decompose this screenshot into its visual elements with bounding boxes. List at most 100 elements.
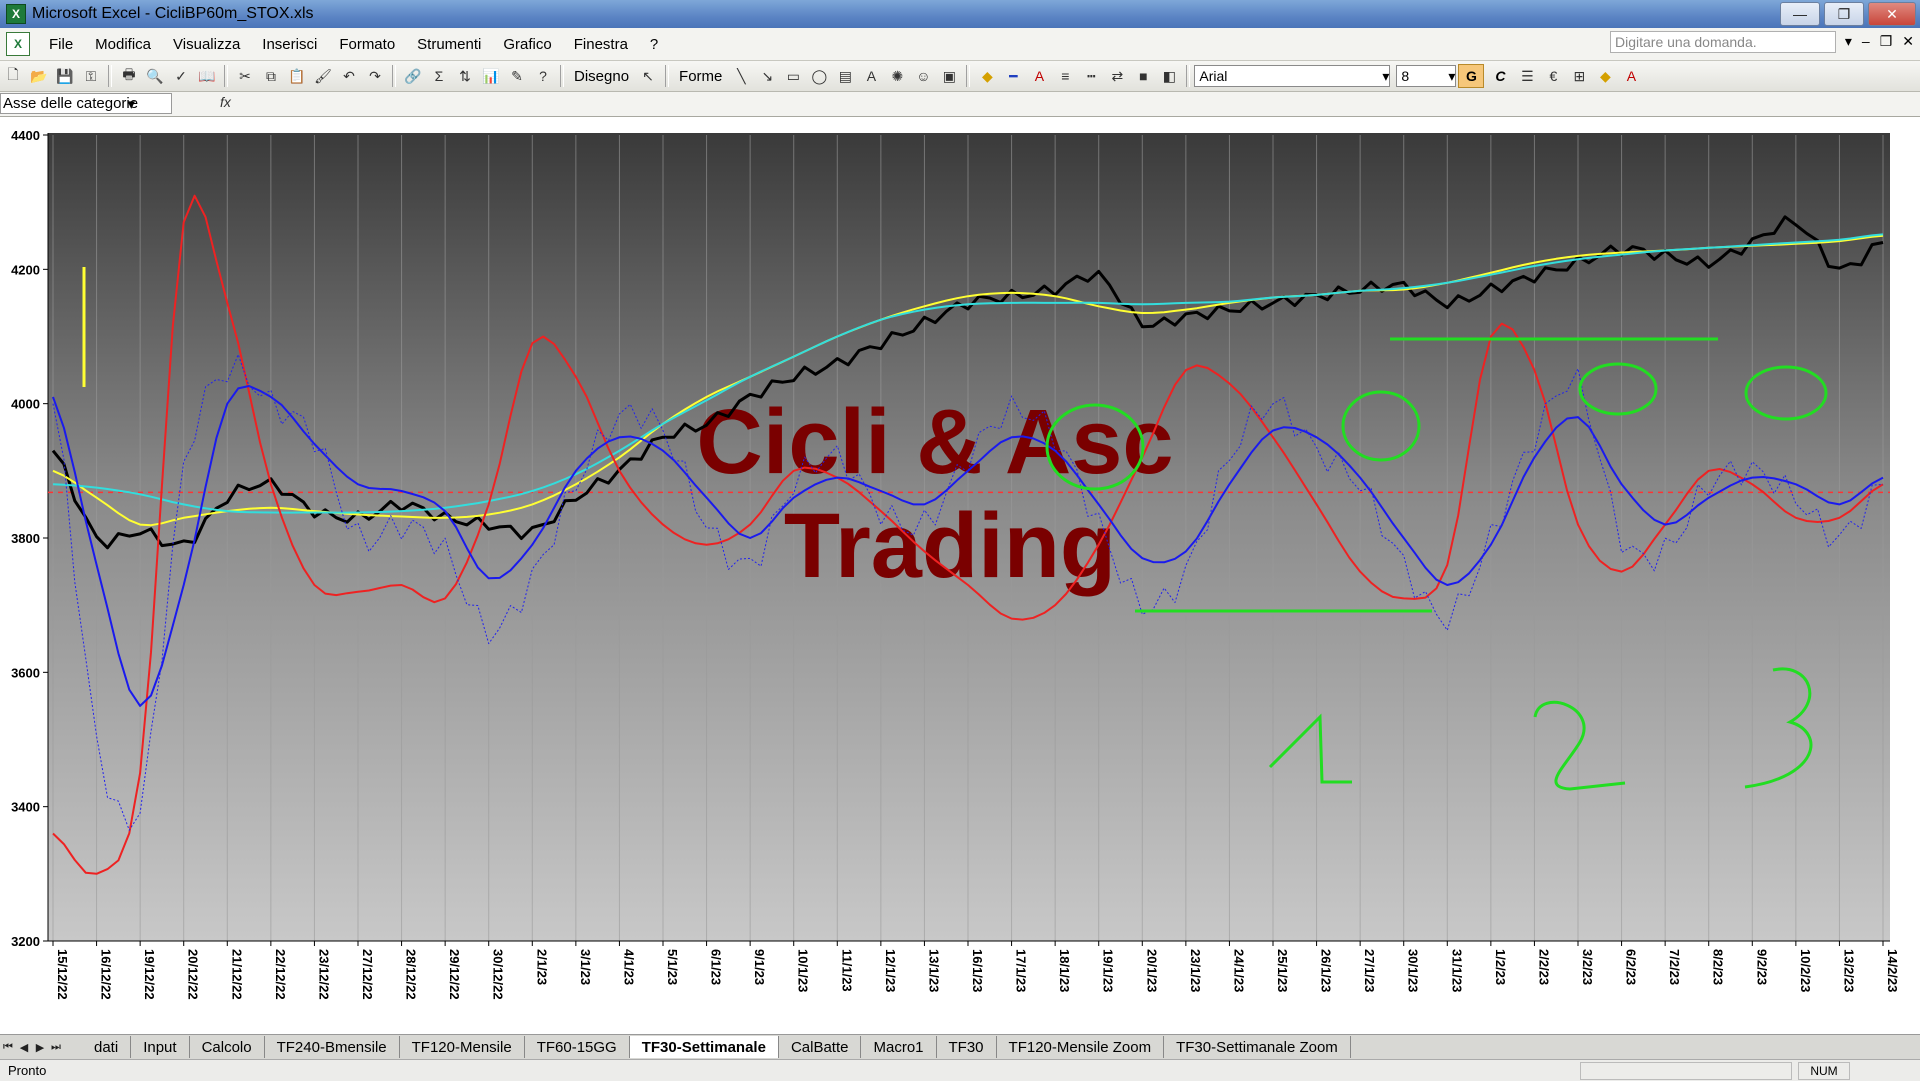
print-icon[interactable]: 🖶 (118, 65, 140, 87)
sort-icon[interactable]: ⇅ (454, 65, 476, 87)
cell-fill-icon[interactable]: ◆ (1594, 65, 1616, 87)
y-tick-label: 3800 (11, 531, 40, 546)
first-sheet-icon[interactable]: ⏮ (0, 1041, 16, 1054)
new-icon[interactable]: 🗋 (2, 65, 24, 87)
menu-help[interactable]: ? (639, 36, 669, 53)
save-icon[interactable]: 💾 (54, 65, 76, 87)
font-name-value: Arial (1199, 68, 1228, 84)
next-sheet-icon[interactable]: ▶ (32, 1041, 48, 1054)
sheet-tab-calbatte[interactable]: CalBatte (779, 1036, 862, 1058)
name-box[interactable]: Asse delle categorie ▾ (0, 93, 172, 114)
shapes-menu[interactable]: Forme (673, 68, 728, 85)
restore-button[interactable]: ❐ (1824, 2, 1864, 26)
select-pointer-icon[interactable]: ↖ (637, 65, 659, 87)
sheet-tab-tf60-15gg[interactable]: TF60-15GG (525, 1036, 630, 1058)
paste-icon[interactable]: 📋 (286, 65, 308, 87)
sheet-tab-tf30-settimanale-zoom[interactable]: TF30-Settimanale Zoom (1164, 1036, 1351, 1058)
rectangle-icon[interactable]: ▭ (782, 65, 804, 87)
menu-strumenti[interactable]: Strumenti (406, 36, 492, 53)
copy-icon[interactable]: ⧉ (260, 65, 282, 87)
autosum-icon[interactable]: Σ (428, 65, 450, 87)
question-box[interactable]: Digitare una domanda. (1610, 31, 1836, 53)
x-tick-label: 16/12/22 (99, 949, 114, 1000)
dash-style-icon[interactable]: ┅ (1080, 65, 1102, 87)
arrow-style-icon[interactable]: ⇄ (1106, 65, 1128, 87)
wordart-icon[interactable]: A (860, 65, 882, 87)
cut-icon[interactable]: ✂ (234, 65, 256, 87)
mdi-restore-button[interactable]: ❐ (1880, 33, 1893, 50)
sheet-tab-tf120-mensile-zoom[interactable]: TF120-Mensile Zoom (997, 1036, 1165, 1058)
borders-icon[interactable]: ⊞ (1568, 65, 1590, 87)
fx-icon[interactable]: fx (220, 94, 231, 110)
sheet-tab-macro1[interactable]: Macro1 (861, 1036, 937, 1058)
line-color-icon[interactable]: ━ (1002, 65, 1024, 87)
mdi-close-button[interactable]: ✕ (1902, 33, 1914, 50)
italic-button[interactable]: C (1488, 65, 1512, 87)
help-icon[interactable]: ? (532, 65, 554, 87)
mdi-minimize-button[interactable]: – (1862, 33, 1870, 50)
last-sheet-icon[interactable]: ⏭ (48, 1041, 64, 1054)
x-tick-label: 5/1/23 (665, 949, 680, 985)
spelling-icon[interactable]: ✓ (170, 65, 192, 87)
diagram-icon[interactable]: ✺ (886, 65, 908, 87)
sheet-tab-tf30[interactable]: TF30 (937, 1036, 997, 1058)
close-button[interactable]: ✕ (1868, 2, 1916, 26)
x-tick-label: 30/12/22 (491, 949, 506, 1000)
menu-formato[interactable]: Formato (328, 36, 406, 53)
menu-inserisci[interactable]: Inserisci (251, 36, 328, 53)
open-icon[interactable]: 📂 (28, 65, 50, 87)
x-tick-label: 10/2/23 (1798, 949, 1813, 992)
sheet-tab-dati[interactable]: dati (82, 1036, 132, 1058)
workbook-icon[interactable]: X (6, 32, 30, 56)
chart-sheet: 4400 4200 4000 3800 3600 3400 3200 15/12/22 16/… (0, 117, 1920, 1034)
x-tick-label: 16/1/23 (970, 949, 985, 992)
research-icon[interactable]: 📖 (196, 65, 218, 87)
menu-file[interactable]: File (38, 36, 84, 53)
bold-button[interactable]: G (1458, 64, 1485, 88)
draw-menu[interactable]: Disegno (568, 68, 635, 85)
print-preview-icon[interactable]: 🔍 (144, 65, 166, 87)
fill-color-icon[interactable]: ◆ (976, 65, 998, 87)
menu-grafico[interactable]: Grafico (492, 36, 562, 53)
euro-button[interactable]: € (1542, 65, 1564, 87)
sheet-tab-calcolo[interactable]: Calcolo (190, 1036, 265, 1058)
line-style-icon[interactable]: ≡ (1054, 65, 1076, 87)
drawing-icon[interactable]: ✎ (506, 65, 528, 87)
menu-finestra[interactable]: Finestra (563, 36, 639, 53)
font-name-select[interactable]: Arial ▾ (1194, 65, 1391, 87)
menu-modifica[interactable]: Modifica (84, 36, 162, 53)
clipart-icon[interactable]: ☺ (912, 65, 934, 87)
sheet-tab-input[interactable]: Input (131, 1036, 190, 1058)
minimize-button[interactable]: — (1780, 2, 1820, 26)
oval-icon[interactable]: ◯ (808, 65, 830, 87)
question-dropdown-icon[interactable]: ▾ (1845, 33, 1852, 50)
hyperlink-icon[interactable]: 🔗 (402, 65, 424, 87)
x-tick-label: 19/1/23 (1101, 949, 1116, 992)
picture-icon[interactable]: ▣ (938, 65, 960, 87)
text-color-icon[interactable]: A (1620, 65, 1642, 87)
sheet-tab-tf240-bmensile[interactable]: TF240-Bmensile (265, 1036, 400, 1058)
x-tick-label: 15/12/22 (55, 949, 70, 1000)
redo-icon[interactable]: ↷ (364, 65, 386, 87)
sheet-tab-tf30-settimanale[interactable]: TF30-Settimanale (629, 1036, 779, 1058)
chevron-down-icon: ▾ (1382, 67, 1390, 84)
chart-wizard-icon[interactable]: 📊 (480, 65, 502, 87)
undo-icon[interactable]: ↶ (338, 65, 360, 87)
font-size-select[interactable]: 8 ▾ (1396, 65, 1457, 87)
font-color-icon[interactable]: A (1028, 65, 1050, 87)
3d-icon[interactable]: ◧ (1158, 65, 1180, 87)
format-painter-icon[interactable]: 🖌 (312, 65, 334, 87)
textbox-icon[interactable]: ▤ (834, 65, 856, 87)
shadow-icon[interactable]: ■ (1132, 65, 1154, 87)
sheet-tab-tf120-mensile[interactable]: TF120-Mensile (400, 1036, 525, 1058)
line-icon[interactable]: ╲ (730, 65, 752, 87)
font-size-value: 8 (1401, 68, 1410, 84)
x-tick-label: 19/12/22 (142, 949, 157, 1000)
align-center-icon[interactable]: ☰ (1516, 65, 1538, 87)
permission-icon[interactable]: ⚿ (80, 65, 102, 87)
chart[interactable]: 4400 4200 4000 3800 3600 3400 3200 15/12/22 16/… (0, 117, 1920, 1034)
prev-sheet-icon[interactable]: ◀ (16, 1041, 32, 1054)
arrow-icon[interactable]: ↘ (756, 65, 778, 87)
excel-app-icon[interactable]: X (6, 4, 26, 24)
menu-visualizza[interactable]: Visualizza (162, 36, 251, 53)
